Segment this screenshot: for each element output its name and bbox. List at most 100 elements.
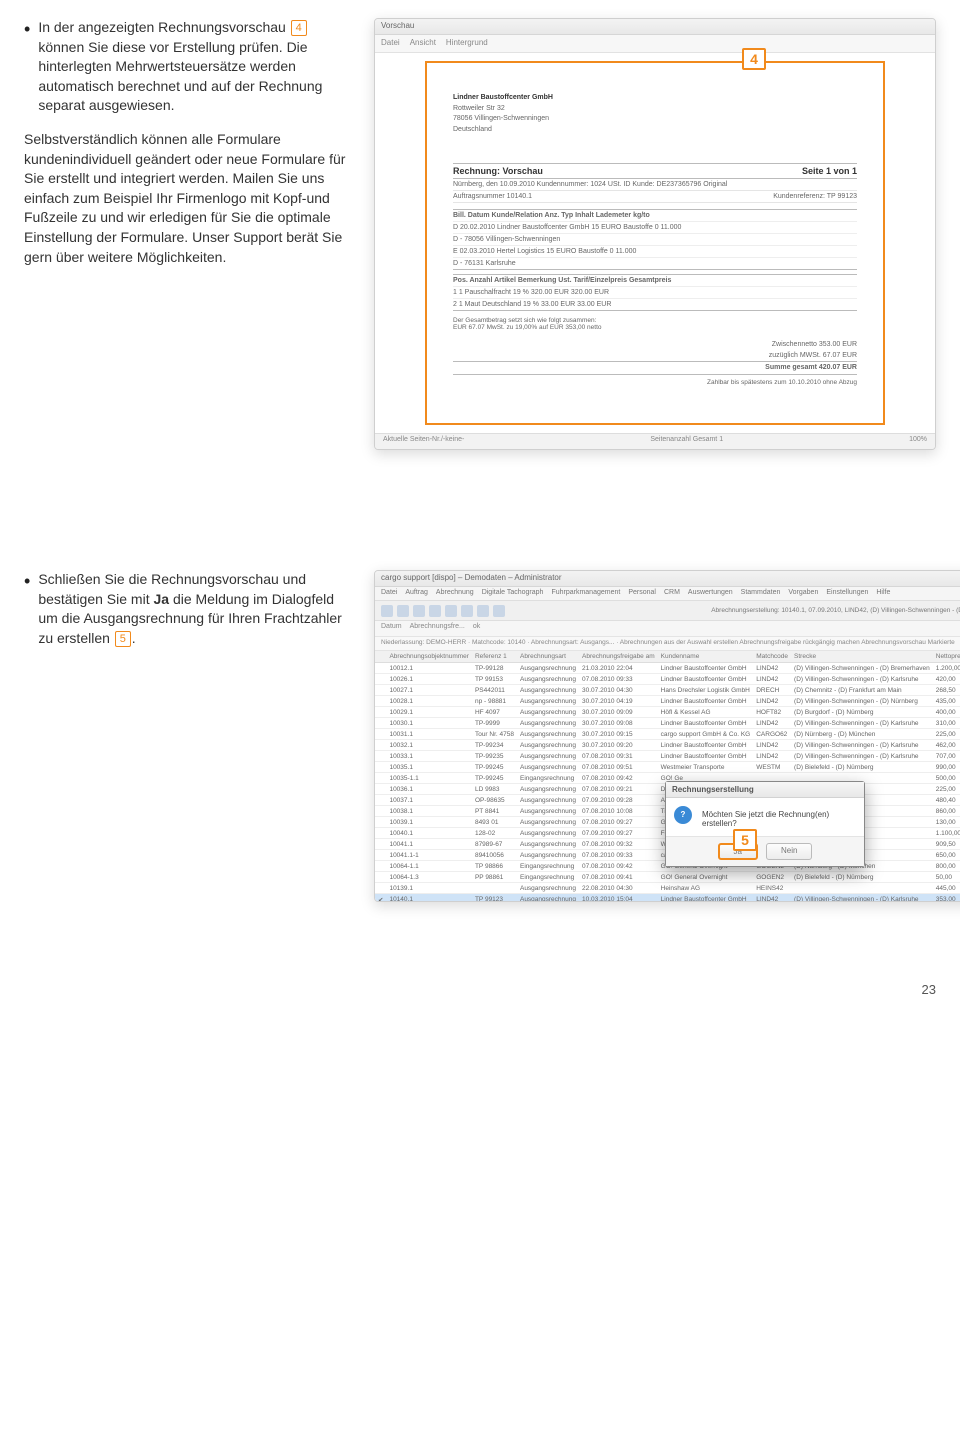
table-cell: 462,00 [933, 740, 960, 751]
table-cell: 10026.1 [386, 674, 472, 685]
table-cell: Ausgangsrechnung [517, 696, 579, 707]
erp-data-grid[interactable]: AbrechnungsobjektnummerReferenz 1Abrechn… [375, 651, 960, 901]
erp-menu-vorgaben[interactable]: Vorgaben [788, 589, 818, 598]
table-cell: 10027.1 [386, 685, 472, 696]
filter-abrfrei[interactable]: Abrechnungsfre... [410, 623, 465, 634]
table-cell: 07.08.2010 09:41 [579, 872, 658, 883]
table-cell: 480,40 [933, 795, 960, 806]
inv-totals: Zwischennetto 353.00 EUR zuzüglich MWSt.… [453, 339, 857, 375]
table-row[interactable]: 10033.1TP-99235Ausgangsrechnung07.08.201… [375, 751, 960, 762]
toolbar-icon[interactable] [477, 605, 489, 617]
erp-menu-fuhrpark[interactable]: Fuhrparkmanagement [551, 589, 620, 598]
inv-meta1: Nürnberg, den 10.09.2010 Kundennummer: 1… [453, 179, 857, 191]
toolbar-icon[interactable] [493, 605, 505, 617]
inv-kind: Vorschau [503, 166, 543, 176]
erp-col-header[interactable]: Referenz 1 [472, 651, 517, 663]
pay-line: Zahlbar bis spätestens zum 10.10.2010 oh… [453, 379, 857, 386]
table-cell: 128-02 [472, 828, 517, 839]
table-cell: 310,00 [933, 718, 960, 729]
table-cell: (D) Bielefeld - (D) Nürnberg [791, 762, 933, 773]
menu-ansicht[interactable]: Ansicht [410, 38, 436, 49]
table-row[interactable]: 10027.1PS442011Ausgangsrechnung30.07.201… [375, 685, 960, 696]
table-cell: 07.08.2010 09:33 [579, 674, 658, 685]
erp-menu-auswert[interactable]: Auswertungen [688, 589, 733, 598]
erp-menu-einstell[interactable]: Einstellungen [826, 589, 868, 598]
toolbar-icon[interactable] [413, 605, 425, 617]
erp-menu-hilfe[interactable]: Hilfe [876, 589, 890, 598]
table-cell: Ausgangsrechnung [517, 883, 579, 894]
erp-menu-auftrag[interactable]: Auftrag [405, 589, 428, 598]
erp-menu-personal[interactable]: Personal [628, 589, 656, 598]
table-cell: 07.08.2010 09:31 [579, 751, 658, 762]
table-row[interactable]: 10064-1.3PP 98861Eingangsrechnung07.08.2… [375, 872, 960, 883]
erp-col-header[interactable]: Abrechnungsobjektnummer [386, 651, 472, 663]
table-cell: PP 98861 [472, 872, 517, 883]
table-cell: 225,00 [933, 784, 960, 795]
erp-menu-datei[interactable]: Datei [381, 589, 397, 598]
page-number: 23 [24, 982, 936, 997]
table-row[interactable]: 10035.1TP-99245Ausgangsrechnung07.08.201… [375, 762, 960, 773]
menu-hintergrund[interactable]: Hintergrund [446, 38, 488, 49]
table-cell [375, 707, 386, 718]
preview-window: Vorschau Datei Ansicht Hintergrund Lindn… [374, 18, 936, 450]
erp-col-header[interactable]: Matchcode [753, 651, 791, 663]
table-cell: 10031.1 [386, 729, 472, 740]
table-row[interactable]: 10139.1Ausgangsrechnung22.08.2010 04:30H… [375, 883, 960, 894]
table-cell [791, 883, 933, 894]
table-cell: (D) Villingen-Schwenningen - (D) Karlsru… [791, 740, 933, 751]
erp-col-header[interactable]: Abrechnungsfreigabe am [579, 651, 658, 663]
erp-col-header[interactable]: Kundenname [658, 651, 754, 663]
table-row-selected[interactable]: ✔10140.1TP 99123Ausgangsrechnung10.03.20… [375, 894, 960, 902]
table-cell: TP-9999 [472, 718, 517, 729]
table-row[interactable]: 10030.1TP-9999Ausgangsrechnung30.07.2010… [375, 718, 960, 729]
erp-menu-abrechnung[interactable]: Abrechnung [436, 589, 474, 598]
table-cell: 420,00 [933, 674, 960, 685]
table-cell [375, 883, 386, 894]
table-cell: 07.08.2010 09:51 [579, 762, 658, 773]
table-row[interactable]: 10026.1TP 99153Ausgangsrechnung07.08.201… [375, 674, 960, 685]
table-row[interactable]: 10012.1TP-99128Ausgangsrechnung21.03.201… [375, 663, 960, 674]
table-cell: Ausgangsrechnung [517, 850, 579, 861]
total3: Summe gesamt 420.07 EUR [453, 361, 857, 374]
erp-icon-toolbar: Abrechnungserstellung: 10140.1, 07.09.20… [375, 601, 960, 621]
toolbar-icon[interactable] [429, 605, 441, 617]
table-cell [375, 751, 386, 762]
table-cell: 30.07.2010 09:15 [579, 729, 658, 740]
inv-label: Rechnung: [453, 166, 500, 176]
toolbar-icon[interactable] [381, 605, 393, 617]
menu-datei[interactable]: Datei [381, 38, 400, 49]
table-row[interactable]: 10032.1TP-99234Ausgangsrechnung30.07.201… [375, 740, 960, 751]
erp-col-header[interactable]: Abrechnungsart [517, 651, 579, 663]
text-column-1: • In der angezeigten Rechnungsvorschau 4… [24, 18, 354, 450]
table-cell: 990,00 [933, 762, 960, 773]
table-cell: Lindner Baustoffcenter GmbH [658, 751, 754, 762]
table-cell: cargo support GmbH & Co. KG [658, 729, 754, 740]
table-cell: 10035.1 [386, 762, 472, 773]
table-cell: HF 4097 [472, 707, 517, 718]
erp-col-header[interactable]: Nettopreis [933, 651, 960, 663]
table-row[interactable]: 10029.1HF 4097Ausgangsrechnung30.07.2010… [375, 707, 960, 718]
erp-col-header[interactable]: Strecke [791, 651, 933, 663]
table-cell: (D) Villingen-Schwenningen - (D) Karlsru… [791, 718, 933, 729]
table-cell: 50,00 [933, 872, 960, 883]
callout-4: 4 [742, 48, 766, 70]
erp-menu-crm[interactable]: CRM [664, 589, 680, 598]
table-row[interactable]: 10031.1Tour Nr. 4758Ausgangsrechnung30.0… [375, 729, 960, 740]
toolbar-icon[interactable] [461, 605, 473, 617]
erp-col-header[interactable] [375, 651, 386, 663]
dialog-no-button[interactable]: Nein [766, 843, 812, 860]
bullet-dot: • [24, 572, 30, 590]
toolbar-icon[interactable] [445, 605, 457, 617]
table-cell: 07.08.2010 09:33 [579, 850, 658, 861]
filter-datum[interactable]: Datum [381, 623, 402, 634]
table-cell: 909,50 [933, 839, 960, 850]
table-cell: 353,00 [933, 894, 960, 902]
rel-head: Bill. Datum Kunde/Relation Anz. Typ Inha… [453, 210, 857, 222]
table-row[interactable]: 10028.1np - 98881Ausgangsrechnung30.07.2… [375, 696, 960, 707]
table-cell: 10012.1 [386, 663, 472, 674]
erp-menu-stammdaten[interactable]: Stammdaten [741, 589, 781, 598]
toolbar-icon[interactable] [397, 605, 409, 617]
erp-menu-tacho[interactable]: Digitale Tachograph [482, 589, 544, 598]
table-cell: TP 99123 [472, 894, 517, 902]
filter-ok[interactable]: ok [473, 623, 480, 634]
